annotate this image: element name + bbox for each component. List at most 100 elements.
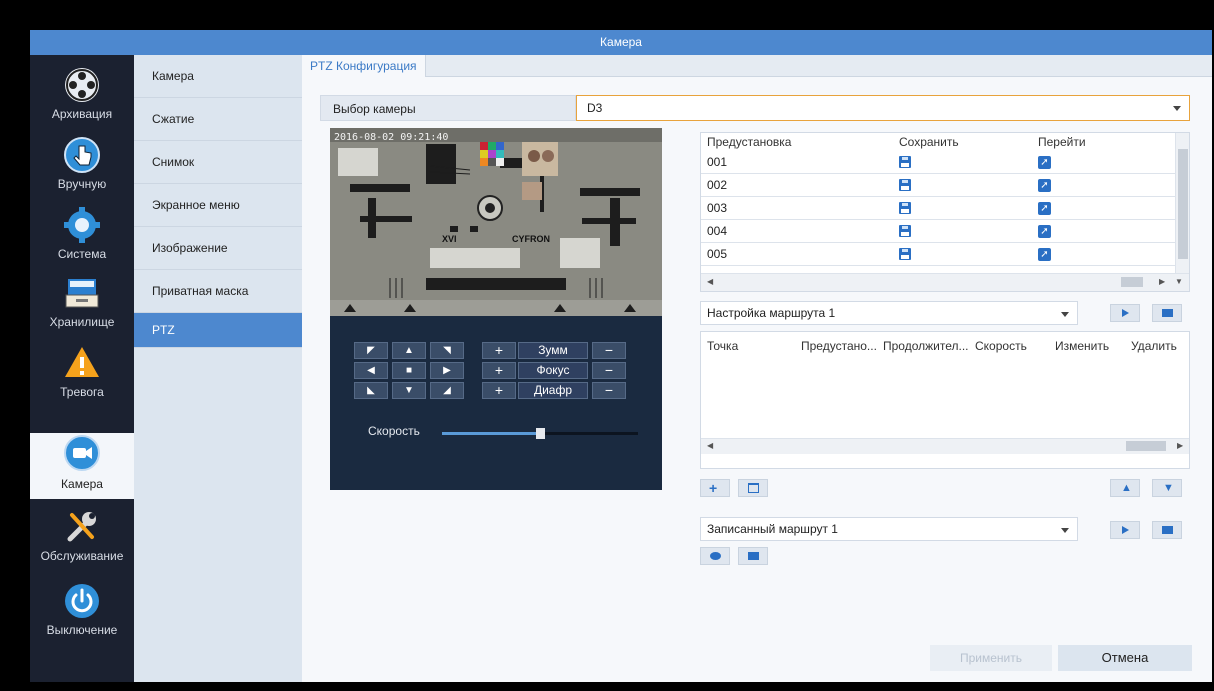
delete-point-button[interactable] xyxy=(738,479,768,497)
camera-select-label: Выбор камеры xyxy=(320,95,576,121)
recorded-route-select[interactable]: Записанный маршрут 1 xyxy=(700,517,1078,541)
chevron-down-icon xyxy=(1061,528,1069,533)
add-point-button[interactable]: + xyxy=(700,479,730,497)
nav-item-maintenance[interactable]: Обслуживание xyxy=(30,503,134,569)
camera-select[interactable]: D3 xyxy=(576,95,1190,121)
zoom-out-button[interactable]: − xyxy=(592,342,626,359)
route-select-value: Настройка маршрута 1 xyxy=(707,306,836,320)
recorded-play-button[interactable] xyxy=(1110,521,1140,539)
tab-ptz-config[interactable]: PTZ Конфигурация xyxy=(302,55,426,77)
preset-row[interactable]: 004 ➚ xyxy=(701,220,1189,243)
camera-settings-window: Камера Архивация Вручную Система Хранили… xyxy=(30,30,1212,682)
submenu-privacy-mask[interactable]: Приватная маска xyxy=(134,270,302,313)
iris-close-button[interactable]: − xyxy=(592,382,626,399)
nav-item-camera[interactable]: Камера xyxy=(30,433,134,499)
scroll-down-icon[interactable]: ▼ xyxy=(1175,277,1183,286)
recorded-stop-button[interactable] xyxy=(1152,521,1182,539)
alarm-icon xyxy=(65,347,99,377)
route-play-button[interactable] xyxy=(1110,304,1140,322)
scrollbar-thumb[interactable] xyxy=(1126,441,1166,451)
goto-preset-icon[interactable]: ➚ xyxy=(1038,202,1051,215)
nav-label: Камера xyxy=(61,477,103,491)
route-select[interactable]: Настройка маршрута 1 xyxy=(700,301,1078,325)
submenu-snapshot[interactable]: Снимок xyxy=(134,141,302,184)
save-preset-icon[interactable] xyxy=(899,179,911,191)
scroll-left-icon[interactable]: ◀ xyxy=(707,277,713,286)
cancel-button[interactable]: Отмена xyxy=(1058,645,1192,671)
pan-stop-button[interactable]: ■ xyxy=(392,362,426,379)
scroll-right-icon[interactable]: ▶ xyxy=(1159,277,1165,286)
goto-preset-icon[interactable]: ➚ xyxy=(1038,248,1051,261)
scrollbar-thumb[interactable] xyxy=(1121,277,1143,287)
pan-up-left-button[interactable]: ◤ xyxy=(354,342,388,359)
pan-down-right-button[interactable]: ◢ xyxy=(430,382,464,399)
preset-row[interactable]: 001 ➚ xyxy=(701,151,1189,174)
nav-label: Система xyxy=(57,247,107,261)
submenu-ptz[interactable]: PTZ xyxy=(134,313,302,348)
scrollbar-thumb[interactable] xyxy=(1178,149,1188,259)
preset-row[interactable]: 003 ➚ xyxy=(701,197,1189,220)
preset-number: 001 xyxy=(707,155,728,169)
speed-slider-thumb[interactable] xyxy=(536,428,545,439)
goto-preset-icon[interactable]: ➚ xyxy=(1038,225,1051,238)
route-horizontal-scrollbar[interactable]: ◀ ▶ xyxy=(701,438,1189,454)
nav-item-shutdown[interactable]: Выключение xyxy=(30,577,134,643)
preset-row[interactable]: 002 ➚ xyxy=(701,174,1189,197)
speed-slider[interactable] xyxy=(442,428,638,439)
goto-preset-icon[interactable]: ➚ xyxy=(1038,156,1051,169)
main-nav: Архивация Вручную Система Хранилище Трев… xyxy=(30,55,134,682)
move-down-button[interactable]: ▼ xyxy=(1152,479,1182,497)
focus-in-button[interactable]: + xyxy=(482,362,516,379)
speed-label: Скорость xyxy=(368,424,420,438)
stop-icon xyxy=(1162,309,1173,317)
route-table-header: Точка Предустано... Продолжител... Скоро… xyxy=(701,337,1189,355)
preset-number: 004 xyxy=(707,224,728,238)
nav-item-storage[interactable]: Хранилище xyxy=(30,269,134,335)
pan-right-button[interactable]: ▶ xyxy=(430,362,464,379)
video-timestamp: 2016-08-02 09:21:40 xyxy=(334,132,449,143)
apply-button[interactable]: Применить xyxy=(930,645,1052,671)
save-preset-icon[interactable] xyxy=(899,202,911,214)
arrow-up-icon: ▲ xyxy=(1121,482,1132,494)
scroll-right-icon[interactable]: ▶ xyxy=(1177,441,1183,450)
preset-number: 002 xyxy=(707,178,728,192)
goto-preset-icon[interactable]: ➚ xyxy=(1038,179,1051,192)
col-delete: Удалить xyxy=(1131,339,1177,353)
save-preset-icon[interactable] xyxy=(899,248,911,260)
nav-item-archive[interactable]: Архивация xyxy=(30,61,134,127)
focus-out-button[interactable]: − xyxy=(592,362,626,379)
pan-down-left-button[interactable]: ◣ xyxy=(354,382,388,399)
speed-slider-fill xyxy=(442,432,540,435)
power-icon xyxy=(65,584,99,618)
nav-label: Тревога xyxy=(60,385,104,399)
col-goto: Перейти xyxy=(1038,135,1086,149)
save-preset-icon[interactable] xyxy=(899,156,911,168)
preset-table: Предустановка Сохранить Перейти 001 ➚ 00… xyxy=(700,132,1190,292)
pan-down-button[interactable]: ▼ xyxy=(392,382,426,399)
preset-vertical-scrollbar[interactable] xyxy=(1175,133,1189,273)
zoom-in-button[interactable]: + xyxy=(482,342,516,359)
pan-left-button[interactable]: ◀ xyxy=(354,362,388,379)
submenu-image[interactable]: Изображение xyxy=(134,227,302,270)
preset-row[interactable]: 005 ➚ xyxy=(701,243,1189,266)
record-stop-button[interactable] xyxy=(738,547,768,565)
record-start-button[interactable] xyxy=(700,547,730,565)
save-preset-icon[interactable] xyxy=(899,225,911,237)
move-up-button[interactable]: ▲ xyxy=(1110,479,1140,497)
nav-item-manual[interactable]: Вручную xyxy=(30,131,134,197)
submenu-camera[interactable]: Камера xyxy=(134,55,302,98)
submenu-compression[interactable]: Сжатие xyxy=(134,98,302,141)
pan-up-button[interactable]: ▲ xyxy=(392,342,426,359)
pan-up-right-button[interactable]: ◥ xyxy=(430,342,464,359)
iris-open-button[interactable]: + xyxy=(482,382,516,399)
scroll-left-icon[interactable]: ◀ xyxy=(707,441,713,450)
preset-horizontal-scrollbar[interactable]: ◀ ▶ ▼ xyxy=(701,273,1189,291)
preset-table-header: Предустановка Сохранить Перейти xyxy=(701,133,1189,151)
route-stop-button[interactable] xyxy=(1152,304,1182,322)
nav-item-alarm[interactable]: Тревога xyxy=(30,339,134,405)
nav-item-system[interactable]: Система xyxy=(30,201,134,267)
col-save: Сохранить xyxy=(899,135,959,149)
focus-label: Фокус xyxy=(518,362,588,379)
submenu-osd[interactable]: Экранное меню xyxy=(134,184,302,227)
test-chart-image: XVI CYFRON xyxy=(330,128,662,316)
